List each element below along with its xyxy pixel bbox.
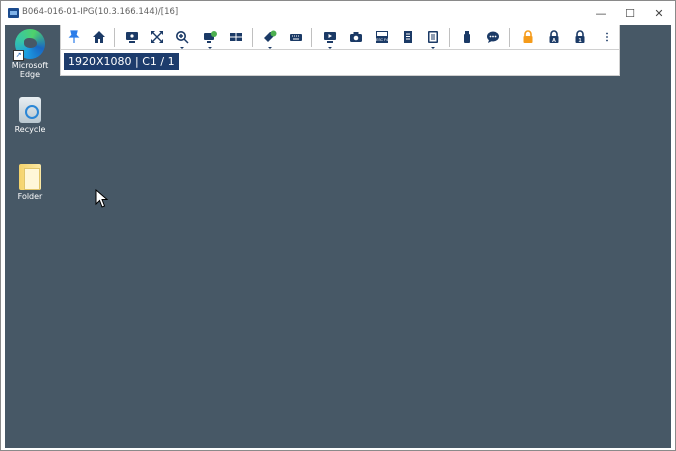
notes-button[interactable] (399, 28, 417, 46)
desktop-icon-edge[interactable]: ↗ Microsoft Edge (5, 29, 55, 79)
snapshot-icon (350, 32, 362, 42)
macros-icon (264, 30, 277, 42)
resolution-status-bar: 1920X1080 | C1 / 1 (60, 50, 620, 76)
more-button[interactable] (598, 28, 616, 46)
log-button[interactable] (424, 28, 442, 49)
toolbar-separator (114, 28, 115, 47)
kvm-toolbar: ESC F4 A 1 (60, 25, 620, 50)
resolution-channel-label: 1920X1080 | C1 / 1 (64, 53, 179, 70)
dropdown-arrow-icon (208, 47, 212, 49)
macros-button[interactable] (261, 28, 279, 49)
caps-lock-icon: A (549, 30, 559, 44)
remote-display-icon (126, 32, 138, 43)
video-settings-icon (324, 32, 336, 43)
num-lock-button[interactable]: 1 (571, 28, 589, 46)
log-icon (428, 31, 438, 43)
minimize-button[interactable]: — (586, 1, 616, 25)
panel-array-button[interactable] (227, 28, 245, 46)
scroll-lock-button[interactable] (519, 28, 537, 46)
svg-text:A: A (552, 38, 556, 44)
fullscreen-button[interactable] (148, 28, 166, 46)
message-board-icon: ESC F4 (376, 31, 388, 43)
desktop-icon-label: Recycle (14, 125, 46, 134)
keyboard-button[interactable] (287, 28, 305, 46)
remote-desktop[interactable]: ↗ Microsoft Edge Recycle Folder ESC F4 A… (5, 25, 671, 448)
desktop-icon-label: Folder (17, 192, 43, 201)
scroll-lock-icon (523, 30, 533, 43)
usb-button[interactable] (458, 28, 476, 46)
chat-icon (487, 31, 499, 43)
desktop-icon-folder[interactable]: Folder (5, 164, 55, 201)
edge-icon: ↗ (13, 29, 45, 61)
maximize-icon: ☐ (625, 6, 635, 20)
desktop-icon-recycle[interactable]: Recycle (5, 97, 55, 134)
fullscreen-icon (151, 31, 163, 43)
dropdown-arrow-icon (180, 47, 184, 49)
home-button[interactable] (90, 28, 108, 46)
window-title: B064-016-01-IPG(10.3.166.144)/[16] (22, 7, 179, 17)
dropdown-arrow-icon (328, 47, 332, 49)
maximize-button[interactable]: ☐ (615, 1, 645, 25)
toolbar-separator (252, 28, 253, 47)
snapshot-button[interactable] (347, 28, 365, 46)
mouse-cursor-icon (95, 189, 109, 208)
toolbar-separator (509, 28, 510, 47)
num-lock-icon: 1 (575, 30, 585, 44)
panel-array-icon (230, 33, 242, 41)
close-icon: ✕ (654, 6, 664, 20)
title-bar[interactable]: B064-016-01-IPG(10.3.166.144)/[16] — ☐ ✕ (1, 1, 675, 25)
usb-icon (464, 31, 470, 43)
chat-button[interactable] (484, 28, 502, 46)
pin-button[interactable] (65, 28, 83, 46)
notes-icon (404, 31, 412, 43)
message-board-button[interactable]: ESC F4 (373, 28, 391, 46)
remote-display-button[interactable] (123, 28, 141, 46)
zoom-icon (176, 31, 189, 44)
app-logo-icon (8, 8, 19, 18)
virtual-media-icon (204, 31, 217, 43)
virtual-media-button[interactable] (201, 28, 219, 49)
home-icon (93, 31, 105, 43)
folder-icon (19, 164, 41, 190)
zoom-button[interactable] (173, 28, 191, 49)
desktop-icon-label: Microsoft Edge (11, 61, 49, 79)
video-settings-button[interactable] (321, 28, 339, 49)
dropdown-arrow-icon (431, 47, 435, 49)
pin-icon (68, 30, 80, 43)
caps-lock-button[interactable]: A (545, 28, 563, 46)
dropdown-arrow-icon (268, 47, 272, 49)
more-icon (606, 32, 608, 42)
toolbar-separator (449, 28, 450, 47)
shortcut-arrow-icon: ↗ (13, 50, 24, 61)
minimize-icon: — (595, 6, 607, 20)
svg-text:ESC F4: ESC F4 (376, 38, 388, 42)
recycle-bin-icon (19, 97, 41, 123)
svg-text:1: 1 (578, 38, 581, 44)
close-button[interactable]: ✕ (644, 1, 674, 25)
keyboard-icon (290, 34, 302, 41)
app-window: B064-016-01-IPG(10.3.166.144)/[16] — ☐ ✕… (0, 0, 676, 451)
toolbar-separator (311, 28, 312, 47)
